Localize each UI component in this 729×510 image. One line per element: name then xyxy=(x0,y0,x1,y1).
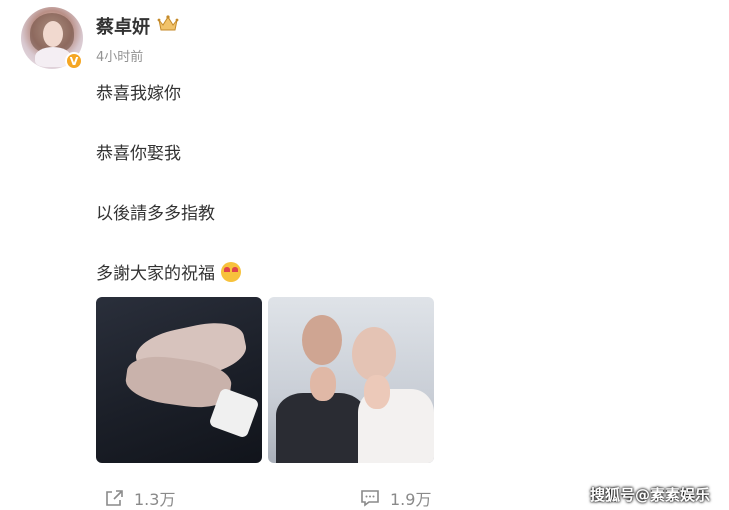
username[interactable]: 蔡卓妍 xyxy=(96,13,150,39)
verified-badge-icon: V xyxy=(65,52,83,70)
source-watermark: 搜狐号@素素娱乐 xyxy=(590,486,711,504)
post-text-line: 恭喜我嫁你 xyxy=(96,84,181,104)
post-text-line: 以後請多多指教 xyxy=(96,204,215,224)
crown-icon xyxy=(157,15,179,31)
photo-bride-hand xyxy=(364,375,390,409)
post-text-line: 恭喜你娶我 xyxy=(96,144,181,164)
repost-count: 1.3万 xyxy=(134,490,176,509)
avatar-face xyxy=(43,21,63,47)
photo-groom-head xyxy=(302,315,342,365)
post-time[interactable]: 4小时前 xyxy=(96,46,143,65)
comment-icon xyxy=(361,490,379,507)
post-photo-rings[interactable] xyxy=(96,297,262,463)
heart-eyes-emoji-icon xyxy=(221,262,241,282)
photo-bride-head xyxy=(352,327,396,381)
comment-count: 1.9万 xyxy=(390,490,432,509)
photo-groom-suit xyxy=(276,393,366,463)
post-photo-couple[interactable] xyxy=(268,297,434,463)
post-text-line-with-emoji: 多謝大家的祝福 xyxy=(96,259,241,284)
share-icon xyxy=(106,490,123,506)
repost-button[interactable]: 1.3万 xyxy=(104,486,175,510)
post-text-line: 多謝大家的祝福 xyxy=(96,264,215,284)
comment-button[interactable]: 1.9万 xyxy=(360,486,431,510)
photo-groom-hand xyxy=(310,367,336,401)
